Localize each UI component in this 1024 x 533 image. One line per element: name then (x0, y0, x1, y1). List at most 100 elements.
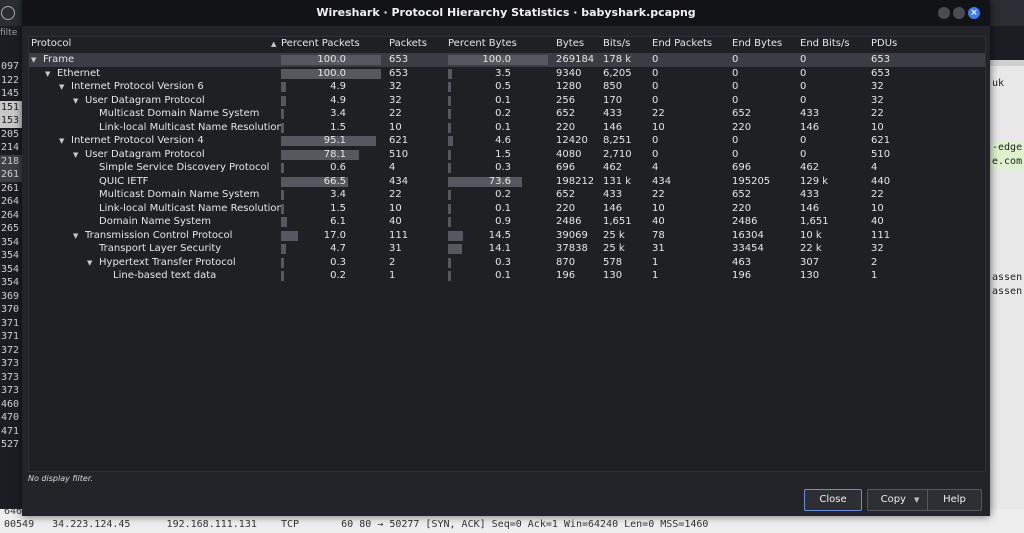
table-row[interactable]: Transport Layer Security 4.7 14.1 31 37838 25… (29, 242, 985, 256)
expand-arrow-icon[interactable]: ▼ (59, 81, 71, 95)
table-row[interactable]: ▼ Transmission Control Protocol 17.0 14.5 11… (29, 229, 985, 243)
packet-row-fragment[interactable]: 354 (0, 263, 22, 277)
close-window-button[interactable]: × (968, 7, 980, 19)
packet-row-fragment[interactable]: 122 (0, 74, 22, 88)
expand-arrow-icon[interactable]: ▼ (73, 149, 85, 163)
packet-row-fragment[interactable]: 354 (0, 276, 22, 290)
expand-arrow-icon[interactable]: ▼ (87, 257, 99, 271)
table-row[interactable]: Link-local Multicast Name Resolution 1.5 0… (29, 121, 985, 135)
column-header-bytes[interactable]: Bytes (556, 38, 584, 49)
pdus-cell: 2 (871, 256, 878, 268)
table-row[interactable]: ▼ Hypertext Transfer Protocol 0.3 0.3 2 870 57… (29, 256, 985, 270)
column-header-protocol[interactable]: Protocol (31, 38, 71, 49)
percent-bytes-value: 0.2 (495, 108, 511, 119)
packets-cell: 510 (389, 148, 409, 160)
protocol-name: Link-local Multicast Name Resolution (99, 121, 283, 133)
percent-packets-bar (281, 163, 284, 173)
packet-row-fragment[interactable]: 264 (0, 195, 22, 209)
expand-arrow-icon[interactable]: ▼ (73, 230, 85, 244)
packet-row-fragment[interactable]: 214 (0, 141, 22, 155)
table-row[interactable]: QUIC IETF 66.5 73.6 434 198212 131 k 434 195205… (29, 175, 985, 189)
column-header-end-bytes[interactable]: End Bytes (732, 38, 782, 49)
packet-row-fragment[interactable]: 354 (0, 236, 22, 250)
end-bits-cell: 462 (800, 162, 820, 173)
column-header-percent-packets[interactable]: Percent Packets (281, 38, 360, 49)
percent-packets-bar (281, 244, 286, 254)
packet-row-fragment[interactable]: 153 (0, 114, 22, 128)
packet-row-fragment[interactable]: 145 (0, 87, 22, 101)
packets-cell: 4 (389, 162, 396, 173)
packet-row-fragment[interactable]: 261 (0, 182, 22, 196)
column-header-end-bits[interactable]: End Bits/s (800, 38, 850, 49)
expand-arrow-icon[interactable]: ▼ (45, 68, 57, 82)
minimize-button[interactable] (938, 7, 950, 19)
packet-row-fragment[interactable]: 371 (0, 330, 22, 344)
display-filter-fragment[interactable]: filte (0, 28, 24, 42)
table-row[interactable]: ▼ Internet Protocol Version 4 95.1 4.6 621 12… (29, 134, 985, 148)
end-packets-cell: 22 (652, 108, 665, 119)
column-header-percent-bytes[interactable]: Percent Bytes (448, 38, 517, 49)
packet-row-fragment[interactable]: 354 (0, 249, 22, 263)
end-packets-cell: 434 (652, 175, 672, 187)
packet-row-fragment[interactable]: 00549 34.223.124.45 192.168.111.131 TCP … (4, 519, 708, 530)
packet-row-fragment[interactable]: 470 (0, 411, 22, 425)
end-bits-cell: 129 k (800, 175, 829, 187)
packet-row-fragment[interactable]: 471 (0, 425, 22, 439)
close-button[interactable]: Close (804, 489, 862, 511)
packet-row-fragment[interactable]: 373 (0, 384, 22, 398)
packet-row-fragment[interactable]: 370 (0, 303, 22, 317)
protocol-name: Line-based text data (113, 270, 217, 281)
table-row[interactable]: ▼ Internet Protocol Version 6 4.9 0.5 32 1280… (29, 80, 985, 94)
maximize-button[interactable] (953, 7, 965, 19)
percent-packets-bar (281, 122, 284, 133)
percent-bytes-bar (448, 163, 451, 173)
percent-packets-value: 17.0 (323, 229, 346, 241)
table-row[interactable]: ▼ User Datagram Protocol 78.1 1.5 510 4080 2,7… (29, 148, 985, 162)
packet-row-fragment[interactable]: 372 (0, 344, 22, 358)
packet-row-fragment[interactable]: 371 (0, 317, 22, 331)
packets-cell: 10 (389, 121, 402, 133)
table-row[interactable]: Simple Service Discovery Protocol 0.6 0.3 4… (29, 161, 985, 175)
column-header-end-packets[interactable]: End Packets (652, 38, 712, 49)
table-row[interactable]: Line-based text data 0.2 0.1 1 196 130 1 196 130… (29, 269, 985, 283)
expand-arrow-icon[interactable]: ▼ (31, 54, 43, 68)
packet-row-fragment[interactable]: 097 (0, 60, 22, 74)
percent-packets-value: 6.1 (330, 216, 346, 227)
table-row[interactable]: Domain Name System 6.1 0.9 40 2486 1,651 40 248… (29, 215, 985, 229)
packet-row-fragment[interactable]: 261 (0, 168, 22, 182)
packet-row-fragment[interactable]: 460 (0, 398, 22, 412)
packet-row-fragment[interactable]: 151 (0, 100, 22, 114)
bits-per-sec-cell: 433 (603, 189, 623, 200)
percent-bytes-value: 0.3 (495, 256, 511, 268)
packet-row-fragment[interactable]: 527 (0, 438, 22, 452)
table-row[interactable]: ▼ User Datagram Protocol 4.9 0.1 32 256 170 0 0 0… (29, 94, 985, 108)
copy-button[interactable]: Copy ▼ (867, 489, 933, 511)
table-row[interactable]: Multicast Domain Name System 3.4 0.2 22 652 4… (29, 188, 985, 202)
table-row[interactable]: Link-local Multicast Name Resolution 1.5 0… (29, 202, 985, 216)
bits-per-sec-cell: 131 k (603, 175, 632, 187)
packet-row-fragment[interactable]: 265 (0, 222, 22, 236)
bits-per-sec-cell: 8,251 (603, 135, 632, 146)
packet-row-fragment[interactable]: 373 (0, 357, 22, 371)
packet-row-fragment[interactable]: 369 (0, 290, 22, 304)
column-header-packets[interactable]: Packets (389, 38, 427, 49)
table-row[interactable]: Multicast Domain Name System 3.4 0.2 22 652 4… (29, 107, 985, 121)
packet-row-fragment[interactable]: 218 (0, 154, 22, 168)
table-row[interactable]: ▼ Frame 100.0 100.0 653 269184 178 k 0 0 0 653 (29, 53, 985, 67)
expand-arrow-icon[interactable]: ▼ (59, 135, 71, 149)
end-bytes-cell: 0 (732, 81, 739, 92)
packet-row-fragment[interactable]: 264 (0, 209, 22, 223)
table-row[interactable]: ▼ Ethernet 100.0 3.5 653 9340 6,205 0 0 0 653 (29, 67, 985, 81)
bits-per-sec-cell: 25 k (603, 243, 625, 254)
help-button[interactable]: Help (927, 489, 982, 511)
percent-bytes-value: 1.5 (495, 148, 511, 160)
column-header-pdus[interactable]: PDUs (871, 38, 897, 49)
packet-row-fragment[interactable]: 373 (0, 371, 22, 385)
bytes-cell: 196 (556, 270, 576, 281)
column-header-bits-per-sec[interactable]: Bits/s (603, 38, 630, 49)
expand-arrow-icon[interactable]: ▼ (73, 95, 85, 109)
percent-packets-bar (281, 109, 285, 119)
bits-per-sec-cell: 578 (603, 256, 623, 268)
protocol-hierarchy-table[interactable]: Protocol ▲ Percent Packets Packets Perce… (28, 36, 986, 472)
packet-row-fragment[interactable]: 205 (0, 128, 22, 142)
